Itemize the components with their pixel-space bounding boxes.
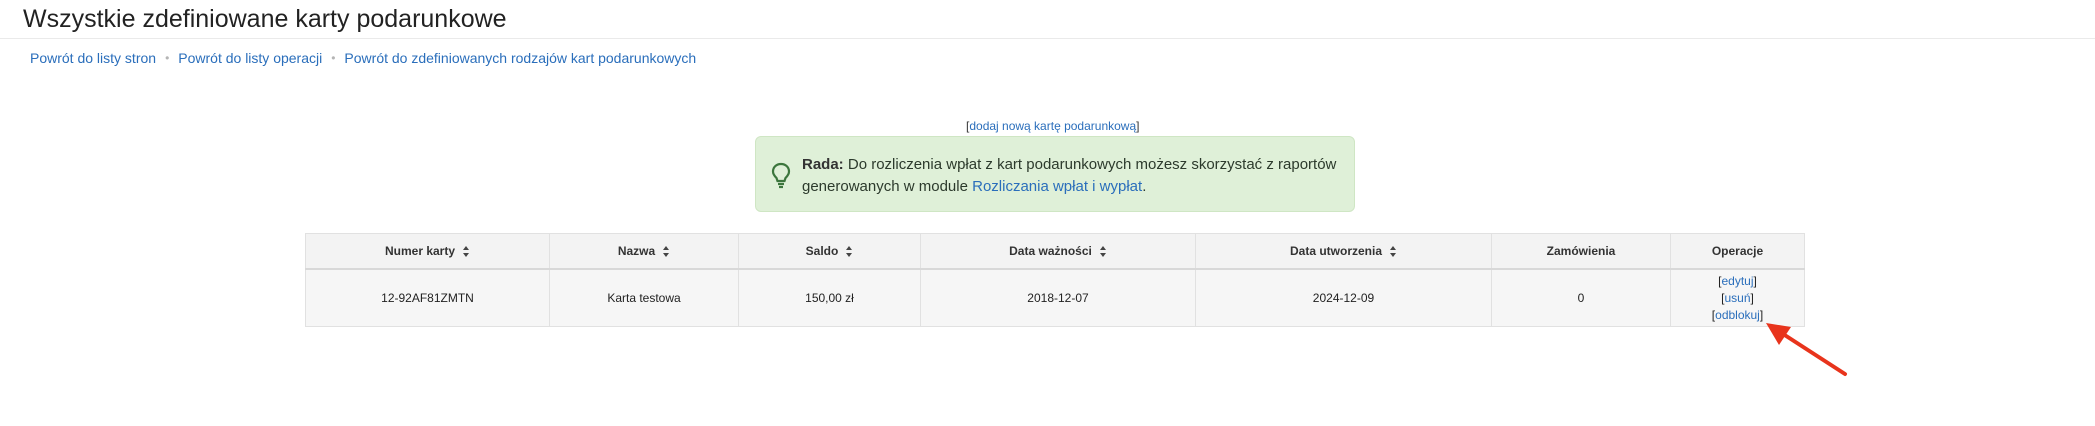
breadcrumb-card-types-link[interactable]: Powrót do zdefiniowanych rodzajów kart p… (344, 50, 696, 66)
arrow-icon (1766, 323, 1847, 376)
sort-icon[interactable] (663, 246, 670, 258)
breadcrumb-pages-link[interactable]: Powrót do listy stron (30, 50, 156, 66)
delete-link[interactable]: usuń (1724, 291, 1750, 305)
orders-cell: 0 (1491, 268, 1671, 327)
breadcrumb-operations-link[interactable]: Powrót do listy operacji (178, 50, 322, 66)
add-card-action: [dodaj nową kartę podarunkową] (966, 119, 1140, 133)
card-name-cell: Karta testowa (549, 268, 739, 327)
table-header-row: Numer karty Nazwa Saldo Data ważności Da… (305, 233, 1805, 270)
tip-end: . (1142, 178, 1147, 195)
column-name[interactable]: Nazwa (549, 233, 739, 270)
sort-icon[interactable] (1390, 246, 1397, 258)
card-number-cell: 12-92AF81ZMTN (305, 268, 550, 327)
settlements-module-link[interactable]: Rozliczania wpłat i wypłat (972, 178, 1142, 195)
tip-box: Rada: Do rozliczenia wpłat z kart podaru… (755, 136, 1355, 212)
gift-cards-table: Numer karty Nazwa Saldo Data ważności Da… (305, 233, 1805, 327)
breadcrumb-separator: • (165, 51, 170, 65)
breadcrumb-separator: • (331, 51, 336, 65)
column-card-number[interactable]: Numer karty (305, 233, 550, 270)
column-created-date[interactable]: Data utworzenia (1195, 233, 1492, 270)
created-date-cell: 2024-12-09 (1195, 268, 1492, 327)
sort-icon[interactable] (1099, 246, 1107, 258)
sort-icon[interactable] (463, 246, 470, 258)
page-title: Wszystkie zdefiniowane karty podarunkowe (23, 5, 507, 33)
tip-label: Rada: (802, 156, 844, 173)
lightbulb-icon (771, 162, 791, 189)
title-divider (0, 38, 2095, 39)
balance-cell: 150,00 zł (738, 268, 921, 327)
tip-text: Rada: Do rozliczenia wpłat z kart podaru… (802, 154, 1342, 198)
breadcrumb: Powrót do listy stron • Powrót do listy … (30, 50, 696, 66)
edit-link[interactable]: edytuj (1721, 274, 1753, 288)
column-expiry-date[interactable]: Data ważności (920, 233, 1196, 270)
column-balance[interactable]: Saldo (738, 233, 921, 270)
column-orders: Zamówienia (1491, 233, 1671, 270)
unlock-link[interactable]: odblokuj (1715, 308, 1760, 322)
table-row: 12-92AF81ZMTN Karta testowa 150,00 zł 20… (305, 268, 1805, 327)
sort-icon[interactable] (846, 246, 853, 258)
add-card-link[interactable]: dodaj nową kartę podarunkową (969, 119, 1136, 133)
expiry-date-cell: 2018-12-07 (920, 268, 1196, 327)
column-operations: Operacje (1670, 233, 1805, 270)
